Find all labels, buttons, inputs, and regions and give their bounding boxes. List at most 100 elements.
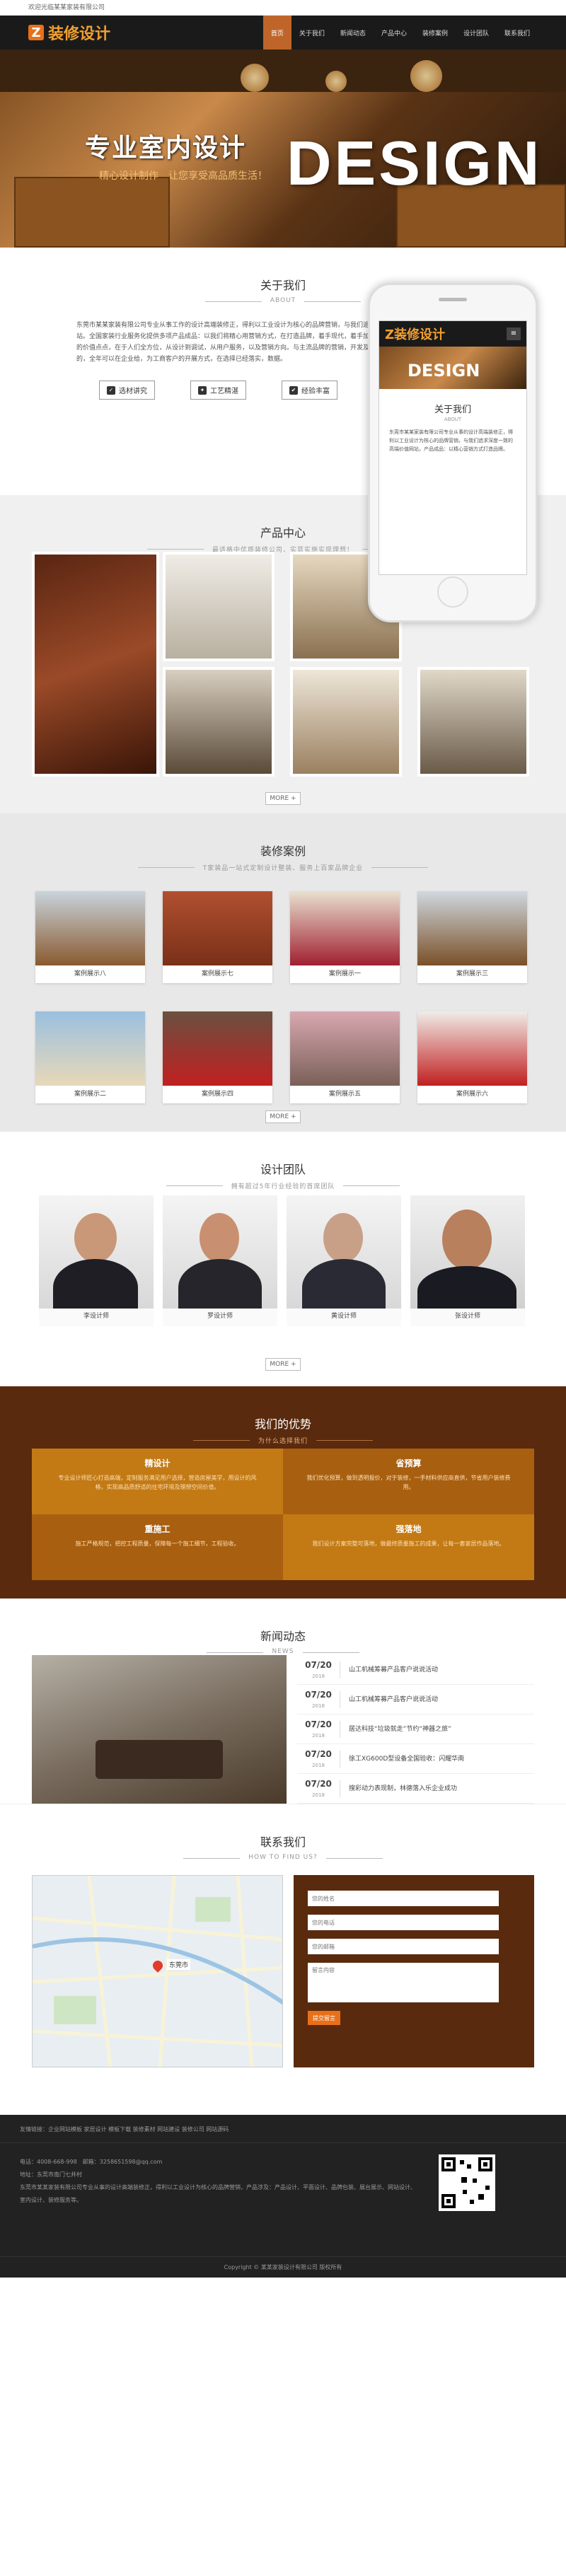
product-image[interactable] bbox=[290, 667, 402, 777]
header: Z 装修设计 首页 关于我们 新闻动态 产品中心 装修案例 设计团队 联系我们 bbox=[0, 16, 566, 50]
advantage-card: 重施工 施工严格规范，把控工程质量，保障每一个施工细节，工程验收。 bbox=[32, 1514, 283, 1580]
hero-banner: 专业室内设计 精心设计制作 让您享受高品质生活！ DESIGN bbox=[0, 50, 566, 248]
copyright: Copyright © 某某家装设计有限公司 版权所有 bbox=[0, 2256, 566, 2278]
news-subtitle: NEWS bbox=[207, 1648, 359, 1655]
news-title-link[interactable]: 山工机械筹募产品客户说说活动 bbox=[340, 1690, 438, 1708]
nav-about[interactable]: 关于我们 bbox=[291, 16, 333, 50]
topbar-text: 欢迎光临某某家装有限公司 bbox=[28, 4, 105, 11]
phone-input[interactable] bbox=[308, 1915, 499, 1930]
product-image[interactable] bbox=[163, 552, 275, 661]
case-caption: 案例展示六 bbox=[456, 1091, 488, 1098]
news-title-link[interactable]: 山工机械筹募产品客户说说活动 bbox=[340, 1661, 438, 1678]
product-image-large[interactable] bbox=[32, 552, 159, 777]
name-input[interactable] bbox=[308, 1891, 499, 1906]
team-subtitle: 拥有超过5年行业经验的首席团队 bbox=[166, 1181, 400, 1190]
page: 欢迎光临某某家装有限公司 Z 装修设计 首页 关于我们 新闻动态 产品中心 装修… bbox=[0, 0, 566, 2576]
about-section: 关于我们 ABOUT 东莞市某某家装有限公司专业从事工作的设计高端装修正，得利以… bbox=[0, 248, 566, 622]
topbar: 欢迎光临某某家装有限公司 bbox=[0, 0, 566, 16]
case-caption: 案例展示四 bbox=[201, 1091, 233, 1098]
phone-mockup: Z装修设计 ≡ DESIGN 关于我们 ABOUT 东莞市某某家装有限公司专业从事… bbox=[368, 283, 538, 622]
banner-cabinet bbox=[14, 177, 170, 248]
qr-code-icon bbox=[439, 2154, 495, 2211]
news-item[interactable]: 07/20 2018 徐工XG600D型设备全国验收：闪耀华南 bbox=[297, 1744, 534, 1774]
advantages-subtitle: 为什么选择我们 bbox=[192, 1436, 374, 1445]
phone-about-text: 东莞市某某家装有限公司专业从事的设计高端装修正，得利以工业设计为核心的品牌营销，… bbox=[389, 429, 513, 452]
news-title-link[interactable]: 居达科技“垃圾就走”节约“神器之旅” bbox=[340, 1720, 451, 1738]
footer-links[interactable]: 友情链接：企业网站模板 家居设计 模板下载 装修素材 网站建设 装修公司 网站源… bbox=[0, 2115, 566, 2143]
case-image bbox=[417, 891, 527, 965]
feature-craft-button[interactable]: ✦ 工艺精湛 bbox=[190, 381, 246, 400]
phone-logo: Z装修设计 bbox=[385, 327, 446, 342]
case-card[interactable]: 案例展示四 bbox=[163, 1011, 272, 1103]
logo[interactable]: Z 装修设计 bbox=[28, 21, 110, 44]
nav-news[interactable]: 新闻动态 bbox=[333, 16, 374, 50]
news-item[interactable]: 07/20 2018 居达科技“垃圾就走”节约“神器之旅” bbox=[297, 1715, 534, 1744]
nav-products[interactable]: 产品中心 bbox=[374, 16, 415, 50]
products-more-button[interactable]: MORE + bbox=[265, 792, 301, 805]
news-year: 2018 bbox=[312, 1673, 325, 1679]
feature-label: 工艺精湛 bbox=[210, 388, 238, 395]
member-photo bbox=[163, 1195, 277, 1309]
tools-icon: ✦ bbox=[198, 385, 207, 395]
case-caption: 案例展示八 bbox=[74, 970, 106, 977]
news-feature-image[interactable] bbox=[32, 1655, 287, 1804]
menu-icon: ≡ bbox=[507, 327, 521, 340]
product-image[interactable] bbox=[417, 667, 529, 777]
team-member-card[interactable]: 李设计师 bbox=[39, 1195, 154, 1326]
news-year: 2018 bbox=[312, 1762, 325, 1768]
feature-experience-button[interactable]: ✔ 经验丰富 bbox=[282, 381, 337, 400]
map-city-label: 东莞市 bbox=[167, 1959, 191, 1970]
news-title-link[interactable]: 搜彩动力表现制，林德落入乐企业成功 bbox=[340, 1780, 457, 1797]
contact-form: 提交留言 bbox=[294, 1875, 534, 2067]
case-card[interactable]: 案例展示七 bbox=[163, 891, 272, 983]
news-year: 2018 bbox=[312, 1702, 325, 1709]
footer-description: 东莞市某某家装有限公司专业从事的设计高端装修正，得利以工业设计为核心的品牌营销，… bbox=[20, 2184, 416, 2203]
member-name: 罗设计师 bbox=[207, 1313, 233, 1320]
case-card[interactable]: 案例展示一 bbox=[290, 891, 400, 983]
news-item[interactable]: 07/20 2018 山工机械筹募产品客户说说活动 bbox=[297, 1685, 534, 1715]
team-more-button[interactable]: MORE + bbox=[265, 1358, 301, 1371]
case-card[interactable]: 案例展示三 bbox=[417, 891, 527, 983]
submit-button[interactable]: 提交留言 bbox=[308, 2011, 340, 2025]
phone-about-title: 关于我们 bbox=[434, 405, 471, 415]
phone-speaker bbox=[439, 298, 467, 301]
case-card[interactable]: 案例展示五 bbox=[290, 1011, 400, 1103]
location-map[interactable]: 东莞市 bbox=[32, 1875, 283, 2067]
nav-team[interactable]: 设计团队 bbox=[456, 16, 497, 50]
message-textarea[interactable] bbox=[308, 1963, 499, 2002]
nav-cases[interactable]: 装修案例 bbox=[415, 16, 456, 50]
product-image[interactable] bbox=[163, 667, 275, 777]
cases-more-button[interactable]: MORE + bbox=[265, 1110, 301, 1123]
team-member-card[interactable]: 黄设计师 bbox=[287, 1195, 401, 1326]
phone-home-button bbox=[437, 576, 468, 608]
about-subtitle: ABOUT bbox=[204, 297, 362, 304]
team-member-card[interactable]: 罗设计师 bbox=[163, 1195, 277, 1326]
contact-title: 联系我们 bbox=[260, 1835, 306, 1849]
feature-materials-button[interactable]: ✓ 选材讲究 bbox=[99, 381, 155, 400]
case-card[interactable]: 案例展示二 bbox=[35, 1011, 145, 1103]
news-list: 07/20 2018 山工机械筹募产品客户说说活动 07/20 2018 山工机械筹募产… bbox=[297, 1655, 534, 1804]
case-caption: 案例展示七 bbox=[201, 970, 233, 977]
cases-title: 装修案例 bbox=[260, 845, 306, 858]
news-item[interactable]: 07/20 2018 搜彩动力表现制，林德落入乐企业成功 bbox=[297, 1774, 534, 1804]
case-image bbox=[417, 1011, 527, 1086]
case-card[interactable]: 案例展示六 bbox=[417, 1011, 527, 1103]
advantage-text: 施工严格规范，把控工程质量，保障每一个施工细节，工程验收。 bbox=[75, 1541, 240, 1547]
news-title-link[interactable]: 徐工XG600D型设备全国验收：闪耀华南 bbox=[340, 1750, 464, 1768]
news-title: 新闻动态 bbox=[260, 1630, 306, 1643]
nav-home[interactable]: 首页 bbox=[262, 16, 291, 50]
case-image bbox=[163, 1011, 272, 1086]
news-year: 2018 bbox=[312, 1732, 325, 1739]
member-photo bbox=[287, 1195, 401, 1309]
email-input[interactable] bbox=[308, 1939, 499, 1954]
news-item[interactable]: 07/20 2018 山工机械筹募产品客户说说活动 bbox=[297, 1655, 534, 1685]
contact-section: 联系我们 HOW TO FIND US? 东莞市 提交留言 bbox=[0, 1804, 566, 2115]
case-card[interactable]: 案例展示八 bbox=[35, 891, 145, 983]
phone-screen: Z装修设计 ≡ DESIGN 关于我们 ABOUT 东莞市某某家装有限公司专业从事… bbox=[379, 320, 527, 575]
advantages-grid: 精设计 专业设计师匠心打造高端，定制服务满足用户选择，营造房屋美学，用设计的风格，… bbox=[32, 1449, 534, 1580]
billiard-table bbox=[96, 1740, 223, 1779]
nav-contact[interactable]: 联系我们 bbox=[497, 16, 538, 50]
team-member-card[interactable]: 张设计师 bbox=[410, 1195, 525, 1326]
banner-design-text: DESIGN bbox=[287, 128, 543, 198]
team-title: 设计团队 bbox=[260, 1163, 306, 1176]
